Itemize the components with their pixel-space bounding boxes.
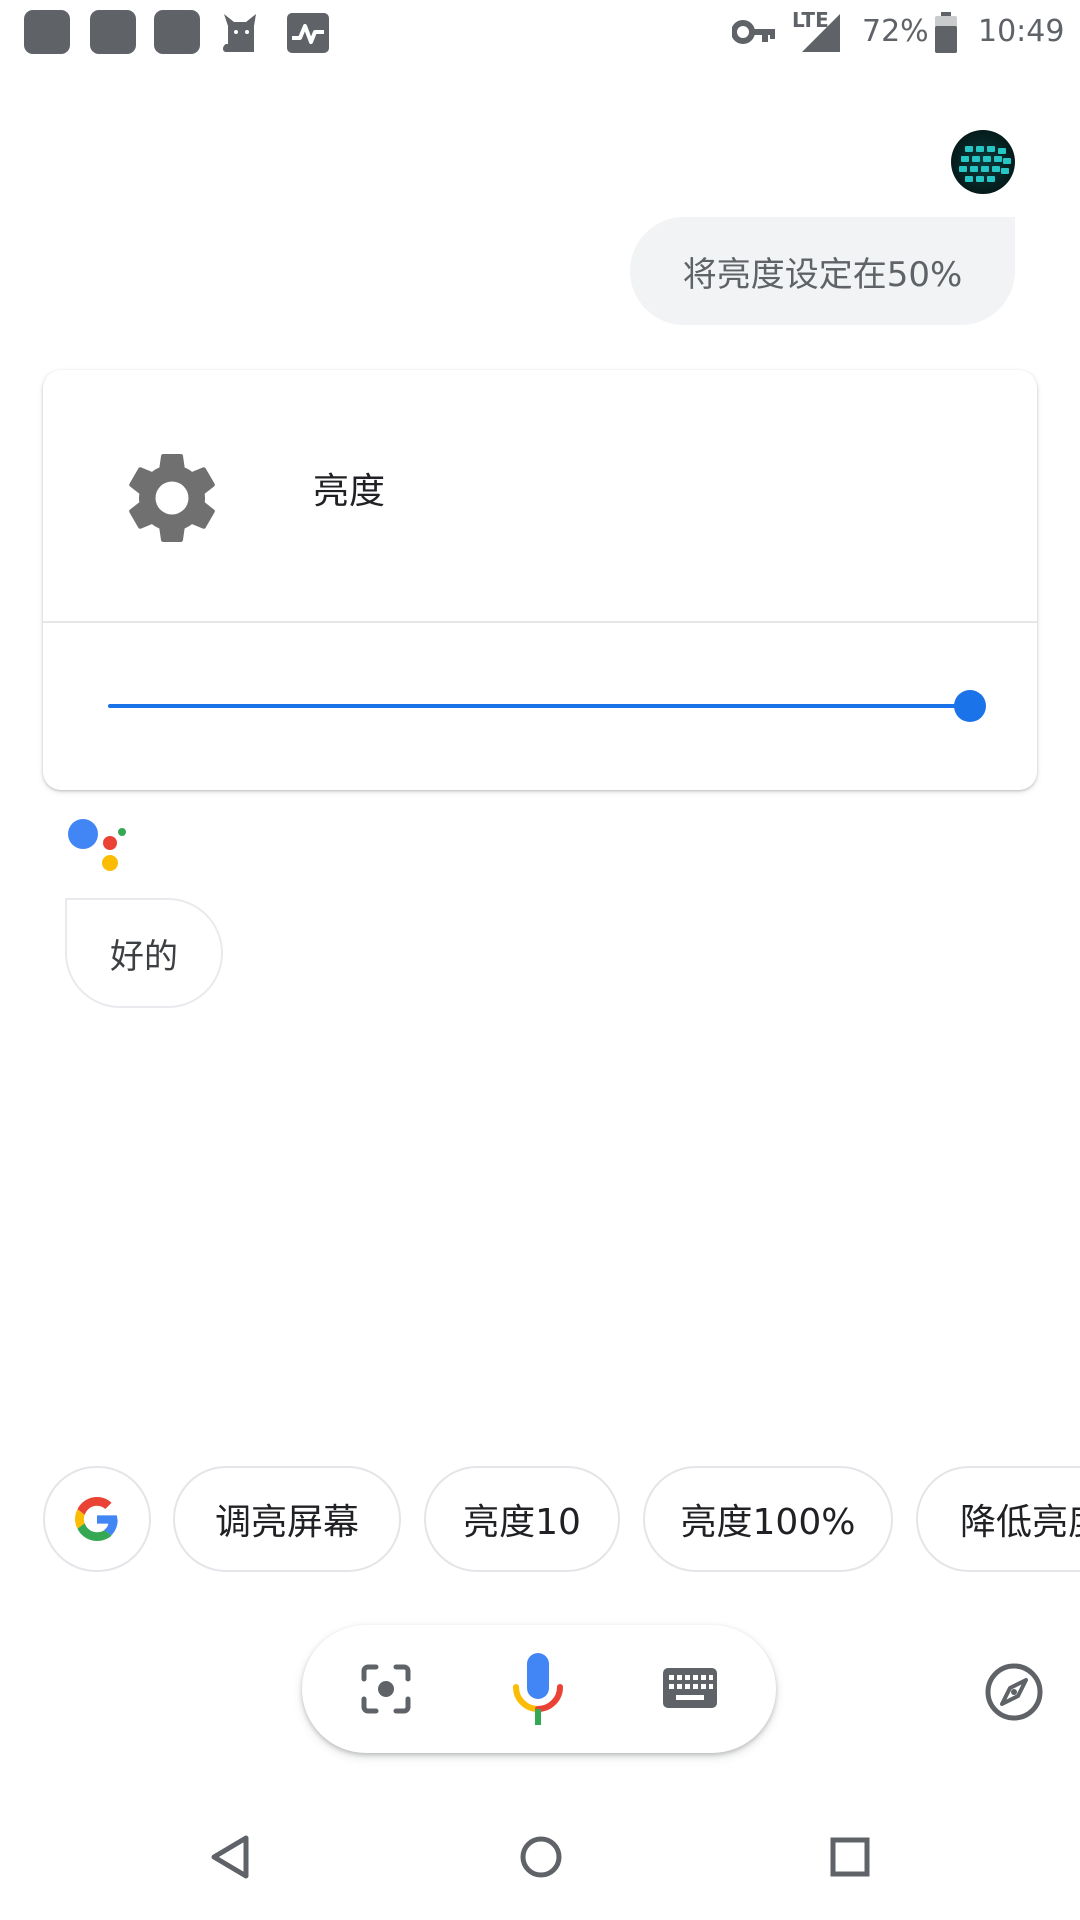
card-divider xyxy=(43,621,1037,623)
suggestion-chip[interactable]: 亮度100% xyxy=(643,1466,893,1572)
notification-square-icon xyxy=(154,10,200,54)
google-search-chip[interactable] xyxy=(43,1466,151,1572)
notification-square-icon xyxy=(24,10,70,54)
battery-percent: 72% xyxy=(862,14,929,49)
recents-icon[interactable] xyxy=(815,1822,885,1892)
suggestion-chip[interactable]: 亮度10 xyxy=(424,1466,620,1572)
user-query-bubble[interactable]: 将亮度设定在50% xyxy=(630,217,1015,325)
assistant-reply-text: 好的 xyxy=(110,936,178,977)
assistant-reply-bubble: 好的 xyxy=(65,898,223,1008)
lens-icon[interactable] xyxy=(360,1663,412,1715)
cell-signal-icon xyxy=(802,14,840,52)
suggestion-chip[interactable]: 降低亮度 xyxy=(916,1466,1080,1572)
user-avatar[interactable] xyxy=(951,130,1015,194)
compass-icon[interactable] xyxy=(984,1662,1044,1722)
assistant-input-bar xyxy=(302,1625,776,1753)
google-assistant-logo-icon xyxy=(68,819,126,871)
gear-icon xyxy=(129,453,215,542)
key-icon xyxy=(732,20,775,44)
cat-icon xyxy=(223,14,256,52)
brightness-settings-card[interactable]: 亮度 xyxy=(43,370,1037,790)
keyboard-icon[interactable] xyxy=(662,1667,718,1709)
home-icon[interactable] xyxy=(506,1822,576,1892)
back-icon[interactable] xyxy=(196,1822,266,1892)
google-g-icon xyxy=(75,1497,118,1541)
user-query-text: 将亮度设定在50% xyxy=(682,254,963,295)
brightness-title: 亮度 xyxy=(313,471,386,512)
brightness-slider-thumb[interactable] xyxy=(954,690,986,722)
microphone-icon[interactable] xyxy=(508,1651,568,1727)
battery-icon xyxy=(935,12,957,53)
activity-graph-icon xyxy=(287,13,329,53)
suggestion-chip[interactable]: 调亮屏幕 xyxy=(173,1466,401,1572)
brightness-slider-track[interactable] xyxy=(108,704,970,708)
status-bar: LTE 72% 10:49 xyxy=(0,0,1080,66)
notification-square-icon xyxy=(90,10,136,54)
clock: 10:49 xyxy=(978,14,1065,49)
